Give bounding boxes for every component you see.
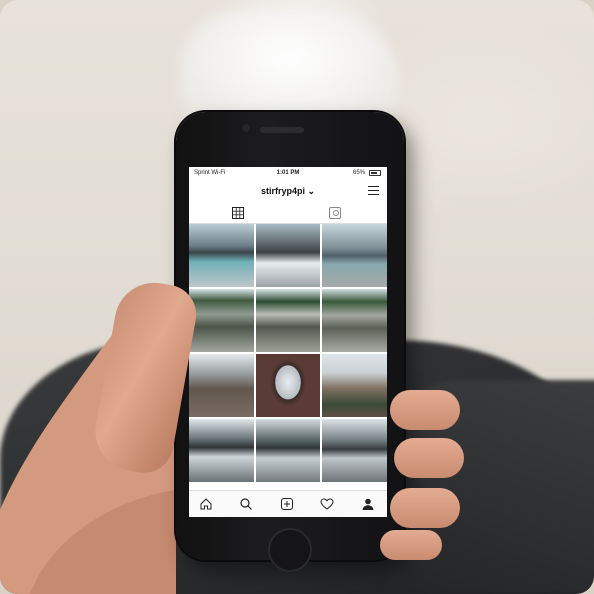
grid-photo[interactable] — [255, 354, 321, 417]
photo-grid — [189, 224, 387, 484]
home-icon[interactable] — [199, 497, 213, 511]
grid-photo[interactable] — [189, 419, 254, 482]
grid-photo[interactable] — [189, 224, 254, 287]
photo-scene: Sprint Wi-Fi 1:01 PM 65% stirfryp4pi ⌄ — [0, 0, 594, 594]
profile-icon[interactable] — [361, 497, 375, 511]
bottom-navigation — [189, 490, 387, 517]
grid-photo[interactable] — [322, 289, 387, 352]
profile-header: stirfryp4pi ⌄ — [189, 181, 387, 203]
phone-screen: Sprint Wi-Fi 1:01 PM 65% stirfryp4pi ⌄ — [189, 167, 387, 517]
heart-icon[interactable] — [320, 497, 334, 511]
battery-label: 65% — [352, 170, 365, 176]
grid-photo[interactable] — [189, 354, 254, 417]
grid-photo[interactable] — [255, 419, 321, 482]
username-label: stirfryp4pi — [260, 186, 305, 196]
fingers — [380, 390, 464, 560]
hamburger-menu-icon[interactable] — [368, 186, 379, 195]
battery-icon — [369, 170, 381, 176]
earpiece-speaker — [260, 127, 304, 133]
grid-photo[interactable] — [322, 419, 387, 482]
username-switcher[interactable]: stirfryp4pi ⌄ — [189, 186, 387, 197]
grid-photo[interactable] — [189, 289, 254, 352]
profile-tabs — [189, 203, 387, 224]
finger — [390, 488, 460, 528]
finger — [390, 390, 460, 430]
grid-icon[interactable] — [232, 207, 244, 219]
grid-photo[interactable] — [255, 224, 321, 287]
finger — [380, 530, 442, 560]
grid-photo[interactable] — [255, 289, 321, 352]
tagged-icon[interactable] — [329, 207, 341, 219]
front-camera — [242, 124, 250, 132]
search-icon[interactable] — [239, 497, 253, 511]
add-post-icon[interactable] — [280, 497, 294, 511]
grid-photo[interactable] — [322, 354, 387, 417]
chevron-down-icon: ⌄ — [307, 186, 316, 196]
status-bar: Sprint Wi-Fi 1:01 PM 65% — [189, 167, 387, 181]
home-button — [268, 528, 312, 572]
finger — [394, 438, 464, 478]
grid-photo[interactable] — [322, 224, 387, 287]
